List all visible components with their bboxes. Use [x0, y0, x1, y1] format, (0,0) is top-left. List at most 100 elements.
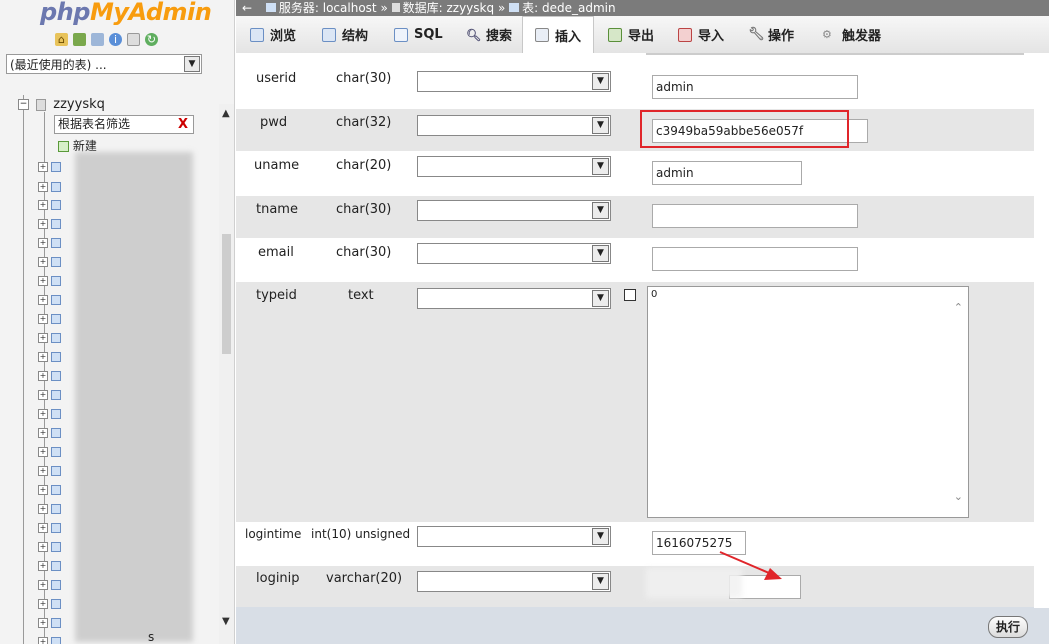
table-tree-item[interactable]: +	[38, 445, 61, 459]
settings-icon[interactable]: ↻	[145, 33, 158, 46]
expand-icon[interactable]: +	[38, 599, 48, 609]
tab-sql[interactable]: SQL	[394, 16, 443, 53]
expand-icon[interactable]: +	[38, 276, 48, 286]
tab-browse[interactable]: 浏览	[250, 16, 296, 53]
table-tree-item[interactable]: +	[38, 180, 61, 194]
scroll-thumb[interactable]	[222, 234, 231, 354]
tab-operations[interactable]: 🔧︎ 操作	[748, 16, 794, 53]
table-tree-item[interactable]: +	[38, 331, 61, 345]
table-tree-item[interactable]: +	[38, 274, 61, 288]
tab-search[interactable]: 🔍︎ 搜索	[466, 16, 512, 53]
scroll-up-icon[interactable]: ▲	[222, 108, 230, 119]
tab-triggers[interactable]: ⚙ 触发器	[822, 16, 881, 53]
clear-filter-icon[interactable]: X	[178, 116, 188, 133]
table-tree-item[interactable]: +	[38, 255, 61, 269]
value-textarea[interactable]: 0 ⌃ ⌄	[647, 286, 969, 518]
breadcrumb-database[interactable]: 数据库: zzyyskq	[403, 1, 494, 15]
tab-insert[interactable]: 插入	[522, 16, 595, 53]
function-select[interactable]: ▼	[417, 243, 611, 264]
function-select[interactable]: ▼	[417, 115, 611, 136]
breadcrumb-table[interactable]: 表: dede_admin	[522, 1, 615, 15]
home-icon[interactable]: ⌂	[55, 33, 68, 46]
value-input[interactable]: admin	[652, 161, 802, 185]
tab-structure[interactable]: 结构	[322, 16, 368, 53]
collapse-icon[interactable]: −	[18, 99, 29, 110]
expand-icon[interactable]: +	[38, 466, 48, 476]
expand-icon[interactable]: +	[38, 428, 48, 438]
function-select[interactable]: ▼	[417, 71, 611, 92]
table-tree-item[interactable]: +	[38, 369, 61, 383]
table-tree-item[interactable]: +	[38, 312, 61, 326]
expand-icon[interactable]: +	[38, 637, 48, 644]
table-tree-item[interactable]: +	[38, 483, 61, 497]
null-checkbox[interactable]	[624, 289, 636, 301]
expand-icon[interactable]: +	[38, 504, 48, 514]
tab-import[interactable]: 导入	[678, 16, 724, 53]
expand-icon[interactable]: +	[38, 314, 48, 324]
table-tree-item[interactable]: +	[38, 502, 61, 516]
scroll-down-icon[interactable]: ▼	[222, 616, 230, 627]
function-select[interactable]: ▼	[417, 156, 611, 177]
value-input[interactable]: admin	[652, 75, 858, 99]
table-tree-item[interactable]: +	[38, 540, 61, 554]
info-icon[interactable]: i	[109, 33, 122, 46]
expand-icon[interactable]: +	[38, 485, 48, 495]
table-filter-input[interactable]: 根据表名筛选 X	[54, 115, 194, 134]
docs-icon[interactable]	[127, 33, 140, 46]
tab-export[interactable]: 导出	[608, 16, 654, 53]
expand-icon[interactable]: +	[38, 200, 48, 210]
table-tree-item[interactable]: +	[38, 350, 61, 364]
table-tree-item[interactable]: +	[38, 407, 61, 421]
expand-icon[interactable]: +	[38, 295, 48, 305]
value-input[interactable]	[652, 247, 858, 271]
table-tree-item[interactable]: +	[38, 388, 61, 402]
expand-icon[interactable]: +	[38, 333, 48, 343]
expand-icon[interactable]: +	[38, 618, 48, 628]
recent-tables-select[interactable]: (最近使用的表) ... ▼	[6, 54, 202, 74]
table-tree-item[interactable]: +	[38, 616, 61, 630]
table-tree-item[interactable]: +	[38, 597, 61, 611]
highlight-box	[640, 110, 849, 148]
table-tree-item[interactable]: +	[38, 426, 61, 440]
database-icon[interactable]	[73, 33, 86, 46]
expand-icon[interactable]: +	[38, 542, 48, 552]
expand-icon[interactable]: +	[38, 257, 48, 267]
back-arrow-icon[interactable]: ←	[242, 1, 252, 15]
expand-icon[interactable]: +	[38, 352, 48, 362]
function-select[interactable]: ▼	[417, 571, 611, 592]
expand-icon[interactable]: +	[38, 580, 48, 590]
table-icon	[51, 295, 61, 305]
expand-icon[interactable]: +	[38, 371, 48, 381]
table-tree-item[interactable]: +	[38, 464, 61, 478]
table-tree-item[interactable]: +	[38, 521, 61, 535]
table-tree-item[interactable]: +	[38, 236, 61, 250]
value-input[interactable]	[652, 204, 858, 228]
query-icon[interactable]	[91, 33, 104, 46]
table-tree-item[interactable]: +	[38, 578, 61, 592]
database-node[interactable]: − zzyyskq	[18, 97, 105, 112]
expand-icon[interactable]: +	[38, 390, 48, 400]
execute-button[interactable]: 执行	[988, 616, 1028, 638]
expand-icon[interactable]: +	[38, 162, 48, 172]
expand-icon[interactable]: +	[38, 182, 48, 192]
function-select[interactable]: ▼	[417, 200, 611, 221]
nav-scrollbar[interactable]: ▲ ▼	[219, 104, 234, 644]
table-tree-item[interactable]: +	[38, 559, 61, 573]
function-select[interactable]: ▼	[417, 526, 611, 547]
table-tree-item[interactable]: +	[38, 160, 61, 174]
expand-icon[interactable]: +	[38, 219, 48, 229]
breadcrumb-server[interactable]: 服务器: localhost	[279, 1, 377, 15]
scroll-down-icon[interactable]: ⌄	[954, 490, 963, 503]
expand-icon[interactable]: +	[38, 409, 48, 419]
table-tree-item[interactable]: +	[38, 198, 61, 212]
expand-icon[interactable]: +	[38, 238, 48, 248]
expand-icon[interactable]: +	[38, 561, 48, 571]
phpmyadmin-logo[interactable]: phpMyAdmin	[40, 0, 212, 26]
expand-icon[interactable]: +	[38, 523, 48, 533]
function-select[interactable]: ▼	[417, 288, 611, 309]
expand-icon[interactable]: +	[38, 447, 48, 457]
table-tree-item[interactable]: +	[38, 293, 61, 307]
table-tree-item[interactable]: +	[38, 217, 61, 231]
table-tree-item[interactable]: +	[38, 635, 61, 644]
scroll-up-icon[interactable]: ⌃	[954, 301, 963, 314]
